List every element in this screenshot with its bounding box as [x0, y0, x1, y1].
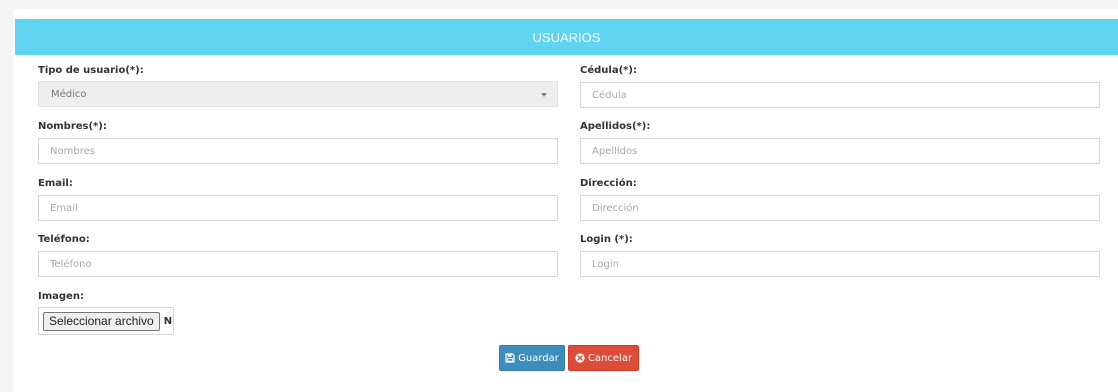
form-panel: USUARIOS Tipo de usuario(*): Médico Cédu… [13, 9, 1118, 392]
floppy-disk-icon [505, 353, 515, 363]
nombres-input[interactable] [38, 138, 558, 164]
apellidos-label: Apellidos(*): [580, 121, 651, 132]
apellidos-input[interactable] [580, 138, 1100, 164]
save-button[interactable]: Guardar [499, 345, 565, 371]
cancel-button-label: Cancelar [587, 352, 633, 364]
cedula-label: Cédula(*): [580, 65, 637, 76]
imagen-file-input[interactable]: Seleccionar archivo Nin [38, 307, 174, 335]
telefono-input[interactable] [38, 251, 558, 277]
panel-title: USUARIOS [532, 29, 601, 45]
tipo-usuario-value: Médico [51, 88, 87, 100]
select-file-button[interactable]: Seleccionar archivo [43, 311, 160, 331]
login-label: Login (*): [580, 234, 633, 245]
email-input[interactable] [38, 195, 558, 221]
panel-header: USUARIOS [15, 19, 1118, 55]
tipo-usuario-label: Tipo de usuario(*): [38, 65, 144, 76]
imagen-label: Imagen: [38, 291, 84, 302]
email-label: Email: [38, 178, 73, 189]
cancel-button[interactable]: Cancelar [568, 345, 639, 371]
direccion-label: Dirección: [580, 178, 637, 189]
caret-down-icon [541, 93, 547, 97]
direccion-input[interactable] [580, 195, 1100, 221]
file-status-text: Nin [163, 315, 173, 327]
nombres-label: Nombres(*): [38, 121, 107, 132]
cedula-input[interactable] [580, 82, 1100, 108]
times-circle-icon [575, 353, 585, 363]
login-input[interactable] [580, 251, 1100, 277]
save-button-label: Guardar [518, 352, 559, 364]
telefono-label: Teléfono: [38, 234, 90, 245]
tipo-usuario-select[interactable]: Médico [38, 81, 558, 107]
